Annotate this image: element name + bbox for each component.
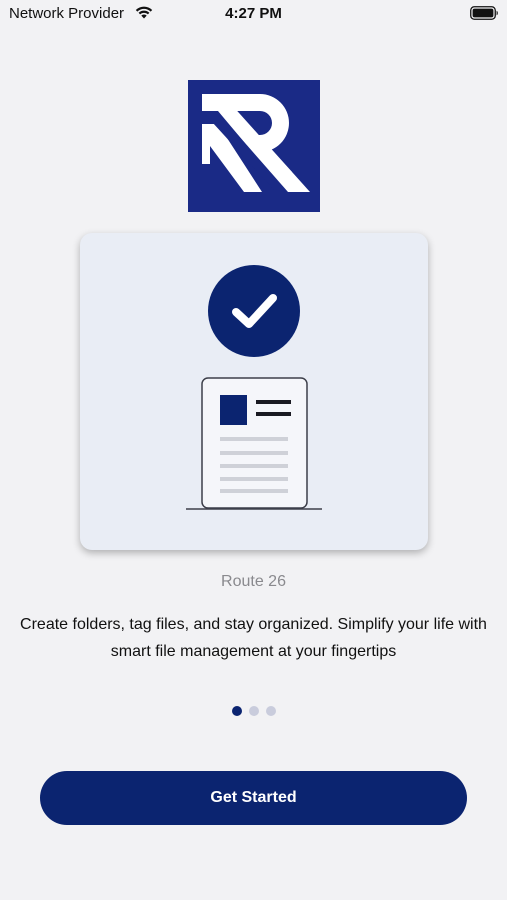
get-started-button[interactable]: Get Started [40,771,467,825]
r-monogram-logo [202,94,310,192]
page-dot-3[interactable] [265,706,276,716]
status-bar: Network Provider 4:27 PM [0,0,507,28]
onboarding-description: Create folders, tag files, and stay orga… [20,616,487,660]
battery-full-icon [470,6,498,20]
checkmark-circle-icon [208,265,300,357]
page-dot-2[interactable] [248,706,259,716]
app-logo [188,80,320,212]
clock: 4:27 PM [225,5,282,22]
document-icon [186,377,322,510]
brand-name: Route 26 [221,573,286,590]
onboarding-illustration-card [80,233,428,550]
page-indicator[interactable] [0,706,507,716]
page-dot-1-active[interactable] [231,706,242,716]
